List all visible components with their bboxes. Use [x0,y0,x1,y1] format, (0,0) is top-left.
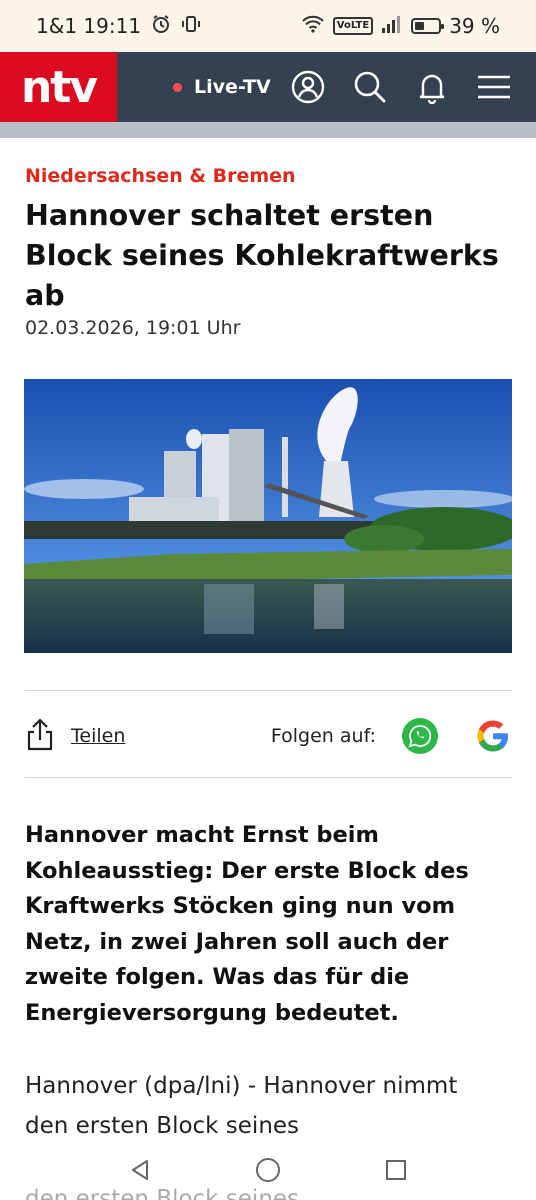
menu-icon[interactable] [476,69,512,105]
account-icon[interactable] [290,69,326,105]
share-icon [25,717,55,755]
article-lead: Hannover macht Ernst beim Kohleausstieg:… [25,822,469,1026]
share-follow-bar: Teilen Folgen auf: [25,708,512,764]
vibrate-icon [181,14,201,39]
share-button[interactable]: Teilen [25,717,125,755]
wifi-icon [301,14,325,39]
status-bar: 1&1 19:11 VoLTE 39 % [0,0,536,52]
divider-bottom [25,777,512,778]
divider-top [25,690,512,691]
battery-icon [411,18,445,34]
android-nav-bar [0,1140,536,1200]
site-header: ntv Live-TV [0,52,536,122]
google-icon[interactable] [474,717,512,755]
ntv-logo[interactable]: ntv [0,52,117,122]
article-body: Hannover (dpa/lni) - Hannover nimmt den … [25,1073,458,1139]
share-label: Teilen [71,725,126,747]
recents-icon[interactable] [376,1150,416,1190]
battery-percent: 39 % [449,14,500,38]
bell-icon[interactable] [414,69,450,105]
article-kicker[interactable]: Niedersachsen & Bremen [25,165,296,187]
carrier-time: 1&1 19:11 [36,14,142,38]
article-date: 02.03.2026, 19:01 Uhr [25,317,241,339]
search-icon[interactable] [352,69,388,105]
header-subbar [0,122,536,138]
follow-label: Folgen auf: [270,725,376,747]
back-icon[interactable] [120,1150,160,1190]
live-dot-icon [173,82,182,92]
article-headline: Hannover schaltet ersten Block seines Ko… [25,199,499,312]
alarm-icon [151,14,171,39]
article-photo[interactable] [24,379,512,653]
live-tv-link[interactable]: Live-TV [173,76,271,98]
live-tv-label: Live-TV [194,76,271,98]
whatsapp-icon[interactable] [402,718,438,754]
signal-icon [381,14,403,39]
volte-badge: VoLTE [332,17,374,35]
home-icon[interactable] [248,1150,288,1190]
